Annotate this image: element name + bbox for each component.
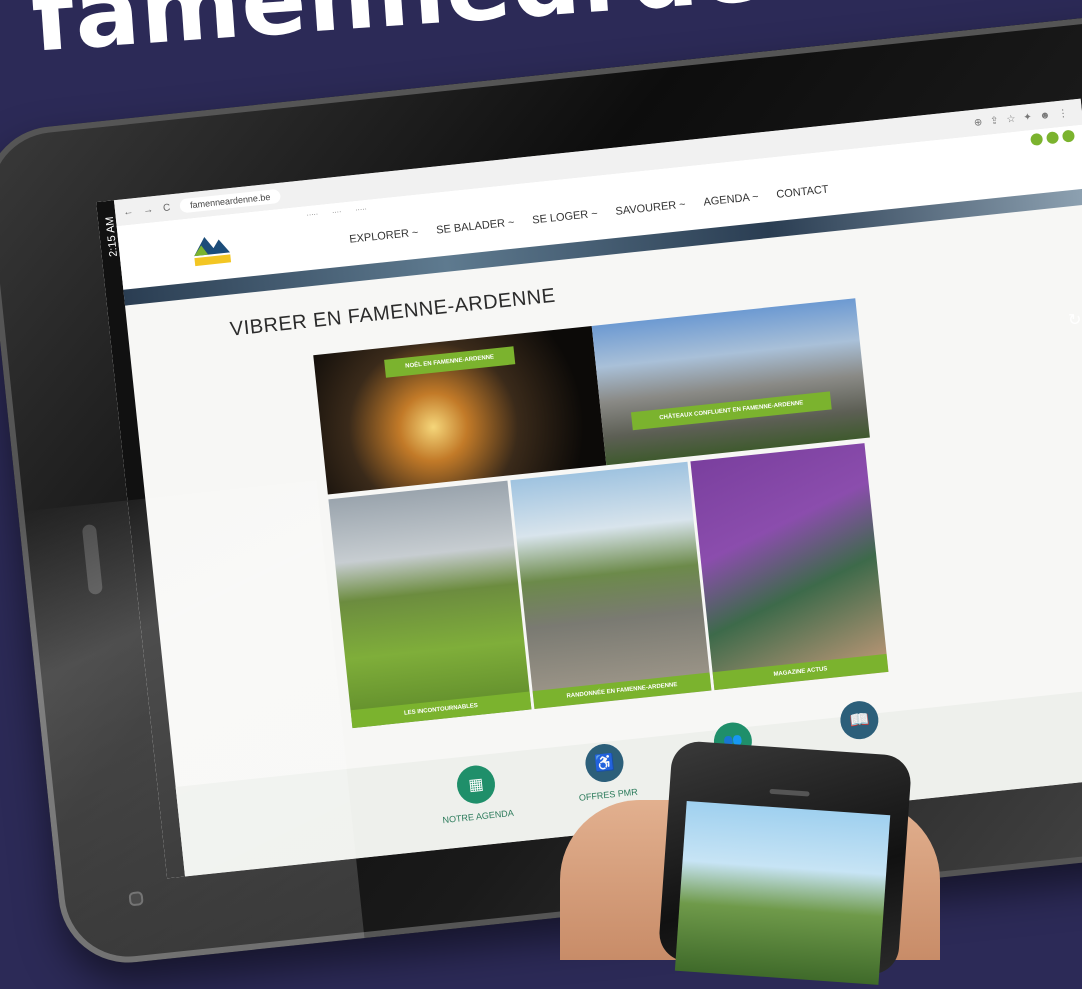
screen-glare [18,480,365,970]
nav-item-agenda[interactable]: AGENDA ~ [703,191,759,209]
nav-item-explorer[interactable]: EXPLORER ~ [349,227,419,246]
tile-randonnee[interactable]: RANDONNÉE EN FAMENNE-ARDENNE [510,461,712,710]
tile-magazine[interactable]: MAGAZINE ACTUS [690,443,889,691]
extensions-icon[interactable]: ✦ [1023,111,1032,123]
instagram-icon[interactable] [1045,131,1060,145]
tile-label: RANDONNÉE EN FAMENNE-ARDENNE [532,672,712,710]
nav-item-contact[interactable]: CONTACT [776,183,829,200]
share-icon[interactable]: ⇪ [990,115,999,127]
top-menu-item[interactable]: ····· [306,211,318,219]
rotate-icon: ↻ [1068,312,1082,329]
nav-item-savourer[interactable]: SAVOURER ~ [615,199,686,218]
profile-icon[interactable]: ☻ [1039,109,1051,121]
smartphone [657,739,913,985]
tile-noel[interactable]: NOËL EN FAMENNE-ARDENNE [313,325,607,495]
top-menu: ····· ···· ····· [306,206,367,219]
top-menu-item[interactable]: ···· [332,209,342,217]
wheelchair-icon[interactable]: ♿ [583,742,626,784]
nav-item-se-loger[interactable]: SE LOGER ~ [532,208,599,227]
social-links [1030,129,1076,147]
browser-actions: ⊕ ⇪ ☆ ✦ ☻ ⋮ [973,108,1068,129]
calendar-icon[interactable]: ▦ [455,763,497,806]
nav-item-se-balader[interactable]: SE BALADER ~ [436,217,515,237]
star-icon[interactable]: ☆ [1006,113,1016,125]
side-arrows: ↻ [1068,310,1081,330]
tile-label: LES INCONTOURNABLES [350,691,532,729]
menu-icon[interactable]: ⋮ [1058,108,1069,120]
phone-speaker [769,788,810,797]
zoom-icon[interactable]: ⊕ [973,117,982,129]
facebook-icon[interactable] [1030,132,1044,147]
book-icon[interactable]: 📖 [838,699,881,742]
page-title: VIBRER EN FAMENNE-ARDENNE [228,284,557,341]
top-menu-item[interactable]: ····· [355,206,367,214]
quick-link-label[interactable]: NOTRE AGENDA [442,808,514,825]
tablet-body: 2:15 AM ← → C famenneardenne.be ⊕ ⇪ ☆ ✦ … [0,10,1082,970]
tile-label: CHÂTEAUX CONFLUENT EN FAMENNE-ARDENNE [630,391,832,431]
reload-icon[interactable]: C [162,202,170,214]
tile-incontournables[interactable]: LES INCONTOURNABLES [328,480,532,729]
forward-icon[interactable]: → [143,204,154,216]
youtube-icon[interactable] [1061,129,1076,143]
tile-label: MAGAZINE ACTUS [712,653,889,691]
tile-label: NOËL EN FAMENNE-ARDENNE [384,346,516,378]
back-icon[interactable]: ← [123,206,134,218]
site-logo[interactable] [187,222,235,270]
tile-chateaux[interactable]: CHÂTEAUX CONFLUENT EN FAMENNE-ARDENNE [591,298,870,466]
phone-screen [674,801,891,985]
